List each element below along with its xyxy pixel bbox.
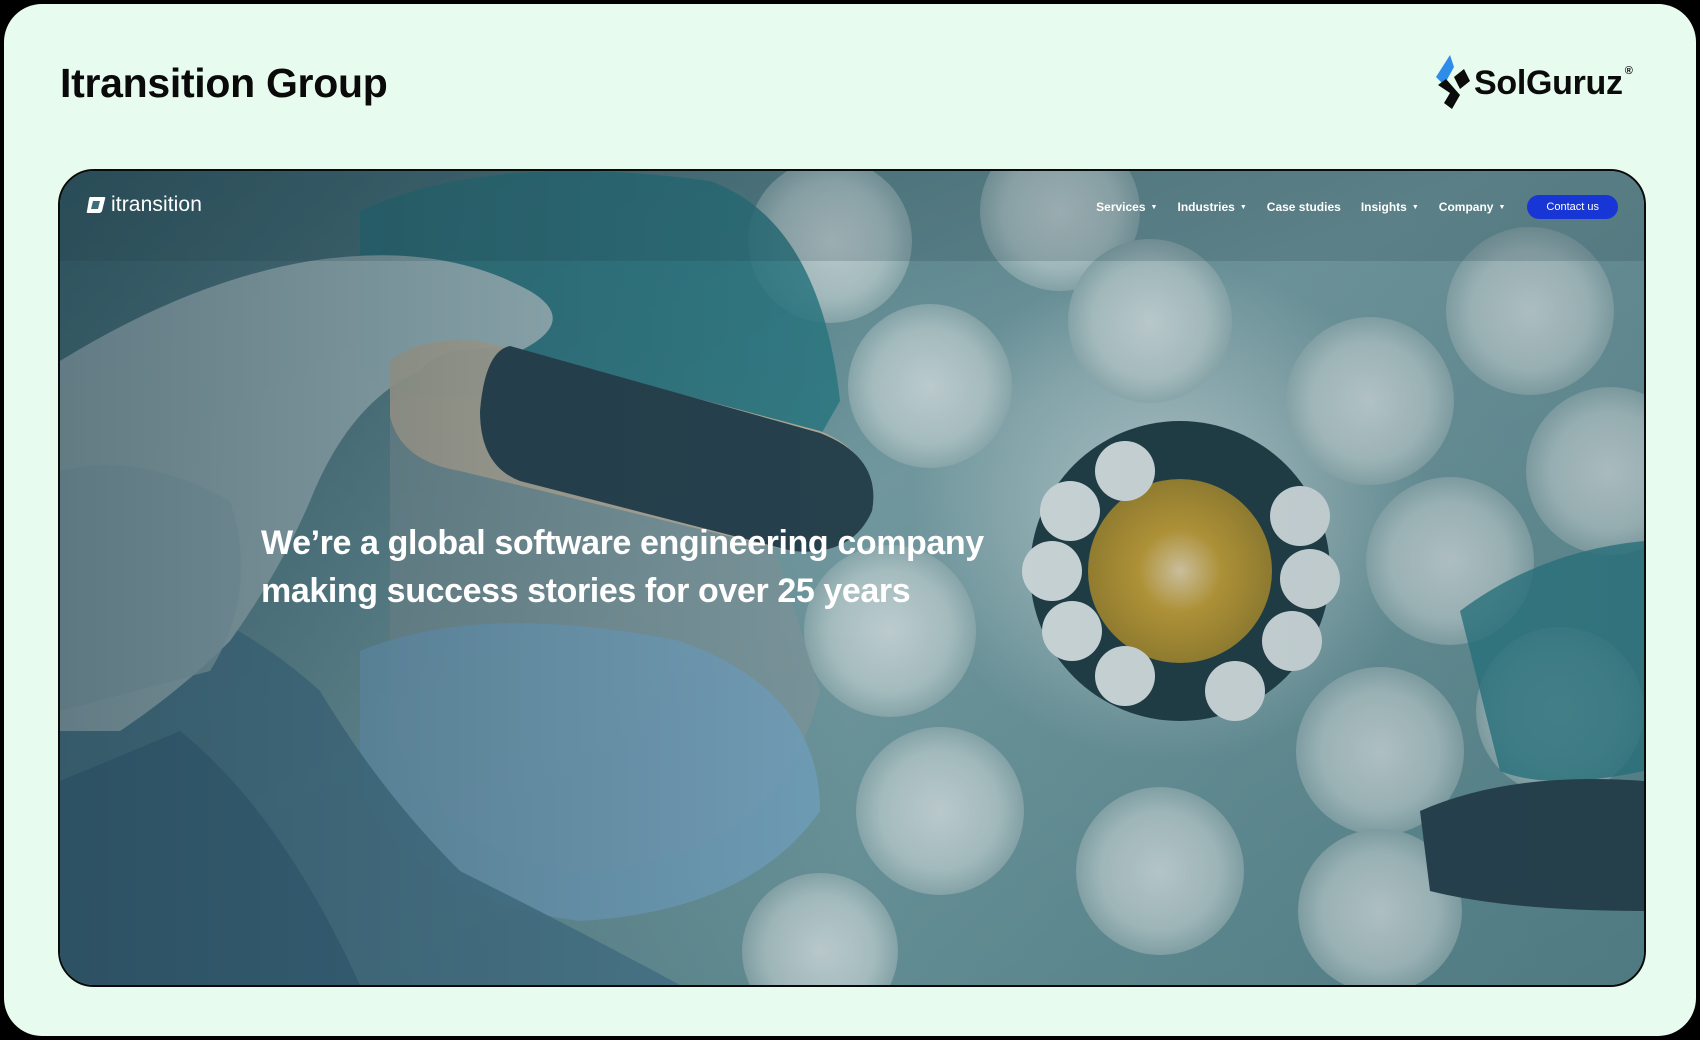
- caret-down-icon: ▼: [1498, 203, 1506, 211]
- nav-company-label: Company: [1438, 200, 1494, 214]
- website-screenshot: itransition Services ▼ Industries ▼ Case s…: [58, 169, 1646, 987]
- solguruz-brand: SolGuruz ®: [1430, 55, 1633, 111]
- hero-headline: We’re a global software engineering comp…: [261, 519, 1121, 615]
- solguruz-logo-icon: [1436, 55, 1470, 109]
- itransition-logo-icon: [86, 197, 106, 213]
- caret-down-icon: ▼: [1150, 203, 1158, 211]
- site-nav-menu: Services ▼ Industries ▼ Case studies Insig…: [1076, 195, 1618, 219]
- hero-headline-line-1: We’re a global software engineering comp…: [261, 524, 984, 562]
- nav-industries-label: Industries: [1177, 200, 1235, 214]
- brand-name: SolGuruz: [1474, 63, 1623, 102]
- nav-company[interactable]: Company ▼: [1439, 200, 1506, 214]
- contact-us-button[interactable]: Contact us: [1527, 195, 1618, 219]
- site-navbar: itransition Services ▼ Industries ▼ Case s…: [60, 171, 1644, 241]
- caret-down-icon: ▼: [1239, 203, 1247, 211]
- caret-down-icon: ▼: [1411, 203, 1419, 211]
- nav-services-label: Services: [1096, 200, 1146, 214]
- nav-insights[interactable]: Insights ▼: [1361, 200, 1419, 214]
- card-title: Itransition Group: [60, 60, 388, 106]
- itransition-logo[interactable]: itransition: [86, 193, 202, 217]
- nav-case-studies[interactable]: Case studies: [1267, 200, 1341, 214]
- nav-industries[interactable]: Industries ▼: [1177, 200, 1246, 214]
- site-logo-text: itransition: [111, 193, 202, 216]
- hero-headline-line-2: making success stories for over 25 years: [261, 572, 911, 610]
- nav-case-studies-label: Case studies: [1266, 200, 1341, 214]
- nav-insights-label: Insights: [1360, 200, 1407, 214]
- nav-services[interactable]: Services ▼: [1096, 200, 1157, 214]
- registered-mark: ®: [1624, 65, 1633, 77]
- showcase-card: Itransition Group SolGuruz ® itransition…: [4, 4, 1696, 1036]
